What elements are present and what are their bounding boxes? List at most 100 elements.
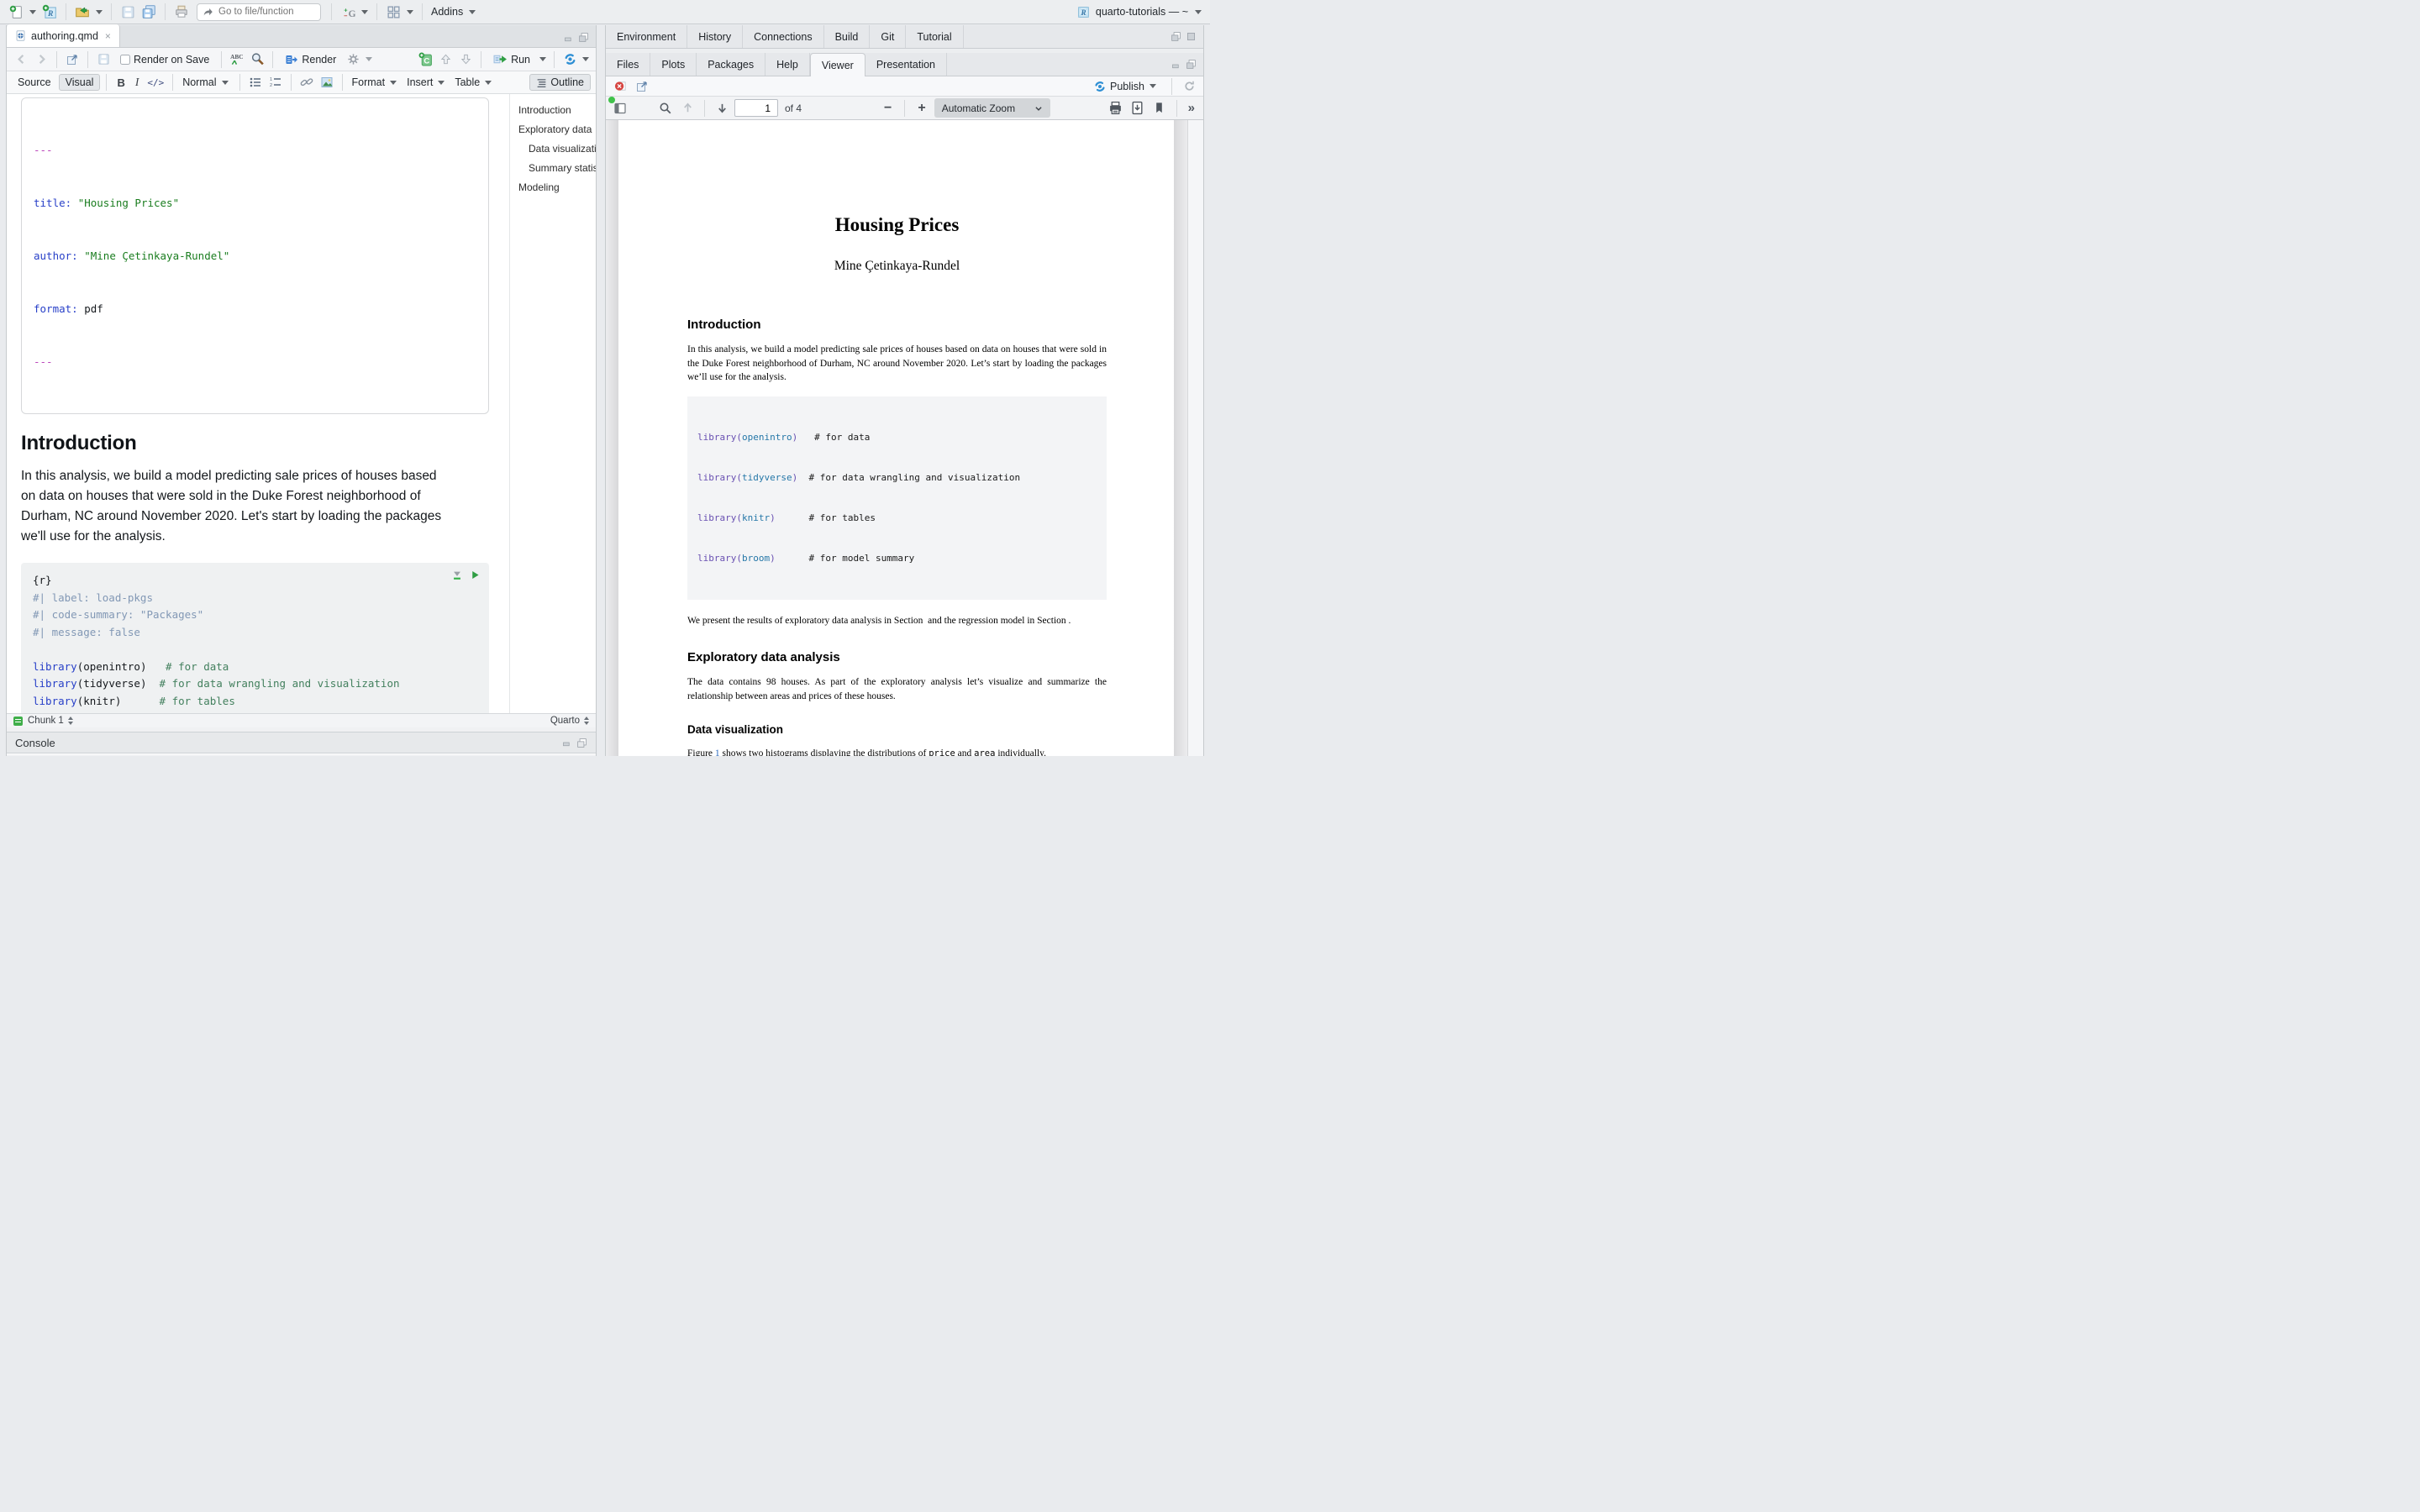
pdf-sidebar-toggle-icon[interactable] [611, 99, 629, 118]
env-maximize-icon[interactable] [1186, 31, 1197, 42]
chunk-position-label[interactable]: Chunk 1 [28, 716, 64, 726]
open-recent-dropdown-icon[interactable] [96, 10, 103, 14]
pdf-viewport[interactable]: Housing Prices Mine Çetinkaya-Rundel Int… [606, 120, 1203, 756]
tab-authoring-qmd[interactable]: authoring.qmd × [7, 24, 120, 47]
pdf-print-icon[interactable] [1107, 99, 1125, 118]
save-all-icon[interactable] [139, 3, 158, 21]
tab-history[interactable]: History [687, 25, 743, 48]
image-icon[interactable] [318, 73, 336, 92]
zoom-level-select[interactable]: Automatic Zoom [934, 98, 1050, 118]
tab-viewer[interactable]: Viewer [810, 53, 865, 76]
paragraph-style-select[interactable]: Normal [179, 76, 233, 88]
print-icon[interactable] [172, 3, 191, 21]
insert-chunk-icon[interactable]: C [416, 50, 434, 69]
tab-files[interactable]: Files [606, 53, 650, 76]
run-chunks-above-icon[interactable] [451, 570, 463, 581]
tab-build[interactable]: Build [824, 25, 871, 48]
render-settings-gear-icon[interactable] [344, 50, 362, 69]
run-dropdown-icon[interactable] [539, 57, 546, 61]
version-control-icon[interactable]: +–G [339, 3, 357, 21]
minimize-pane-icon[interactable] [564, 33, 574, 43]
source-dropdown-icon[interactable] [582, 57, 589, 61]
render-dropdown-icon[interactable] [366, 57, 372, 61]
viewer-maximize-icon[interactable] [1186, 59, 1197, 70]
yaml-metadata-block[interactable]: --- title: "Housing Prices" author: "Min… [21, 97, 489, 414]
goto-file-box[interactable] [197, 3, 321, 21]
back-icon[interactable] [12, 50, 30, 69]
table-menu[interactable]: Table [451, 76, 497, 88]
stop-viewer-icon[interactable] [611, 77, 629, 96]
tab-connections[interactable]: Connections [743, 25, 824, 48]
pdf-scrollbar[interactable] [1187, 120, 1203, 756]
tab-environment[interactable]: Environment [606, 25, 687, 48]
visual-mode-button[interactable]: Visual [59, 74, 101, 91]
goto-file-input[interactable] [218, 7, 311, 17]
save-icon[interactable] [118, 3, 137, 21]
workspace-panes-dropdown-icon[interactable] [407, 10, 413, 14]
render-on-save-checkbox[interactable]: Render on Save [114, 52, 215, 67]
addins-dropdown-icon[interactable] [469, 10, 476, 14]
workspace-panes-icon[interactable] [384, 3, 402, 21]
forward-icon[interactable] [32, 50, 50, 69]
viewer-minimize-icon[interactable] [1171, 60, 1181, 70]
outline-item-introduction[interactable]: Introduction [518, 101, 596, 120]
pdf-search-icon[interactable] [656, 99, 675, 118]
source-rerun-icon[interactable] [560, 50, 579, 69]
editor-canvas[interactable]: --- title: "Housing Prices" author: "Min… [7, 94, 596, 713]
new-file-icon[interactable] [7, 3, 25, 21]
tab-presentation[interactable]: Presentation [865, 53, 947, 76]
numbered-list-icon[interactable]: 12 [266, 73, 285, 92]
popout-window-icon[interactable] [63, 50, 82, 69]
chunk-nav-icon[interactable] [68, 717, 73, 725]
outline-item-summary-statistics[interactable]: Summary statis… [518, 159, 596, 178]
pdf-next-page-icon[interactable] [713, 99, 731, 118]
console-body[interactable] [7, 754, 596, 756]
publish-button[interactable]: Publish [1087, 78, 1164, 95]
doc-mode-select-icon[interactable] [584, 717, 589, 725]
outline-item-data-visualization[interactable]: Data visualization [518, 139, 596, 159]
tab-plots[interactable]: Plots [650, 53, 697, 76]
version-control-dropdown-icon[interactable] [361, 10, 368, 14]
outline-toggle-button[interactable]: Outline [529, 74, 591, 91]
tab-close-icon[interactable]: × [105, 30, 111, 42]
outline-item-modeling[interactable]: Modeling [518, 178, 596, 197]
link-icon[interactable] [297, 73, 316, 92]
pdf-download-icon[interactable] [1128, 99, 1147, 118]
pdf-bookmark-icon[interactable] [1150, 99, 1169, 118]
outline-item-eda[interactable]: Exploratory data … [518, 120, 596, 139]
tab-git[interactable]: Git [870, 25, 906, 48]
code-chunk-load-pkgs[interactable]: {r} #| label: load-pkgs #| code-summary:… [21, 563, 489, 713]
spellcheck-icon[interactable]: ABC [228, 50, 246, 69]
refresh-viewer-icon[interactable] [1180, 77, 1198, 96]
pdf-more-tools-icon[interactable]: » [1185, 101, 1198, 115]
tab-help[interactable]: Help [765, 53, 810, 76]
run-button[interactable]: Run [487, 50, 536, 68]
addins-menu[interactable]: Addins [429, 6, 465, 18]
console-minimize-icon[interactable] [562, 738, 572, 748]
format-menu[interactable]: Format [349, 76, 402, 88]
document-body[interactable]: --- title: "Housing Prices" author: "Min… [7, 94, 509, 713]
source-mode-button[interactable]: Source [12, 75, 57, 90]
bold-button[interactable]: B [113, 76, 129, 89]
open-file-icon[interactable] [73, 3, 92, 21]
zoom-out-icon[interactable]: − [879, 101, 897, 116]
find-replace-icon[interactable] [248, 50, 266, 69]
tab-tutorial[interactable]: Tutorial [906, 25, 963, 48]
zoom-in-icon[interactable]: + [913, 101, 930, 116]
bullet-list-icon[interactable] [246, 73, 265, 92]
doc-mode-label[interactable]: Quarto [550, 716, 580, 726]
project-menu[interactable]: R quarto-tutorials — ~ [1076, 5, 1203, 19]
italic-button[interactable]: I [131, 76, 144, 89]
publish-dropdown-icon[interactable] [1150, 84, 1156, 88]
console-header[interactable]: Console [7, 732, 596, 753]
render-button[interactable]: Render [279, 51, 342, 68]
pdf-page-input[interactable] [734, 99, 778, 117]
new-file-dropdown-icon[interactable] [29, 10, 36, 14]
maximize-pane-icon[interactable] [578, 32, 589, 43]
go-next-section-icon[interactable] [456, 50, 475, 69]
tab-packages[interactable]: Packages [697, 53, 765, 76]
viewer-popout-icon[interactable] [633, 77, 651, 96]
insert-menu[interactable]: Insert [403, 76, 450, 88]
run-chunk-icon[interactable] [470, 570, 481, 580]
code-button[interactable]: </> [145, 77, 166, 88]
